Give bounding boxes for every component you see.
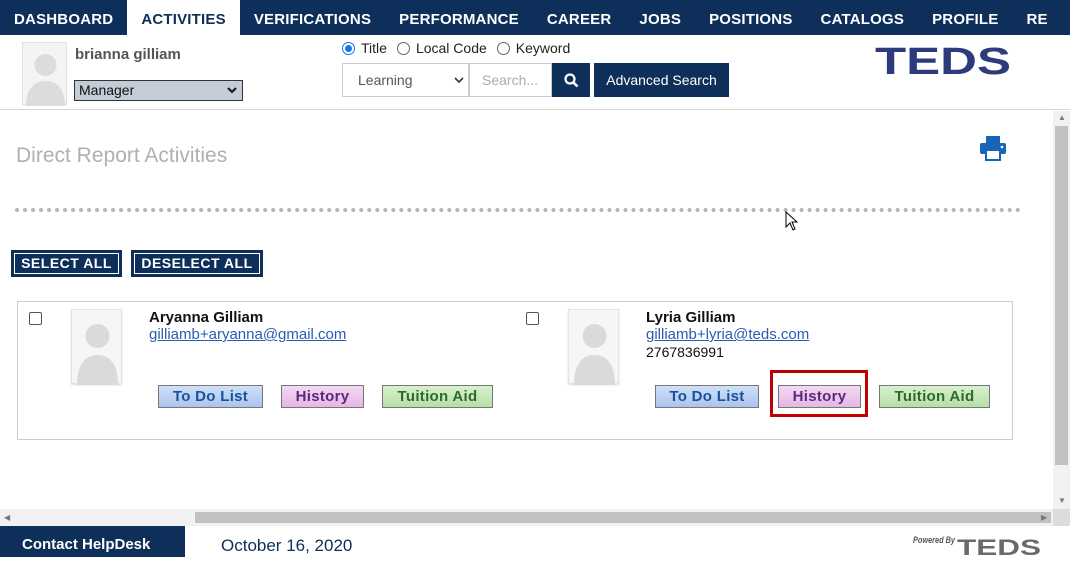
radio-title[interactable]: Title — [342, 40, 387, 56]
radio-dot[interactable] — [496, 41, 510, 55]
radio-dot[interactable] — [396, 41, 410, 55]
chevron-down-icon — [454, 77, 464, 84]
chevron-down-icon — [227, 87, 237, 94]
radio-dot-checked[interactable] — [342, 41, 355, 55]
top-nav: DASHBOARD ACTIVITIES VERIFICATIONS PERFO… — [0, 0, 1070, 35]
scroll-left-arrow-icon[interactable]: ◀ — [4, 514, 10, 522]
radio-label: Keyword — [515, 40, 571, 56]
divider — [15, 208, 1021, 212]
advanced-search-button[interactable]: Advanced Search — [594, 63, 729, 97]
printer-icon[interactable] — [979, 135, 1007, 161]
report-phone: 2767836991 — [646, 344, 724, 360]
deselect-all-button[interactable]: DESELECT ALL — [131, 250, 263, 277]
user-name: brianna gilliam — [75, 46, 181, 63]
nav-jobs[interactable]: JOBS — [625, 0, 695, 35]
report-email-link[interactable]: gilliamb+aryanna@gmail.com — [149, 326, 346, 343]
nav-dashboard[interactable]: DASHBOARD — [0, 0, 127, 35]
powered-logo-text: TEDS — [957, 535, 1041, 557]
nav-activities[interactable]: ACTIVITIES — [127, 0, 240, 35]
radio-keyword[interactable]: Keyword — [496, 40, 571, 56]
powered-by-logo: Powered By TEDS — [913, 535, 1041, 557]
user-silhouette-icon — [77, 324, 118, 385]
nav-verifications[interactable]: VERIFICATIONS — [240, 0, 385, 35]
scrollbar-corner — [1053, 509, 1070, 526]
nav-career[interactable]: CAREER — [533, 0, 626, 35]
scroll-up-arrow-icon[interactable]: ▲ — [1058, 114, 1066, 122]
nav-catalogs[interactable]: CATALOGS — [807, 0, 919, 35]
todo-list-button[interactable]: To Do List — [655, 385, 759, 408]
logo-text: TEDS — [875, 42, 1011, 80]
report-name: Aryanna Gilliam — [149, 309, 264, 326]
nav-profile[interactable]: PROFILE — [918, 0, 1012, 35]
user-silhouette-icon — [26, 54, 65, 106]
report-checkbox[interactable] — [29, 312, 42, 325]
search-type-value: Learning — [358, 72, 413, 88]
page-title: Direct Report Activities — [16, 144, 228, 167]
todo-list-button[interactable]: To Do List — [158, 385, 263, 408]
footer-date: October 16, 2020 — [221, 536, 353, 555]
search-mode-group: Title Local Code Keyword — [342, 40, 580, 56]
role-select[interactable]: Manager — [74, 80, 243, 101]
mouse-cursor-icon — [785, 211, 799, 231]
report-checkbox[interactable] — [526, 312, 539, 325]
footer: Contact HelpDesk October 16, 2020 Powere… — [0, 526, 1070, 557]
nav-more[interactable]: RE — [1013, 0, 1062, 35]
powered-by-text: Powered By — [913, 535, 956, 545]
scroll-down-arrow-icon[interactable]: ▼ — [1058, 497, 1066, 505]
nav-performance[interactable]: PERFORMANCE — [385, 0, 533, 35]
horizontal-scrollbar[interactable]: ◀ ▶ — [0, 509, 1053, 526]
report-name: Lyria Gilliam — [646, 309, 736, 326]
header: brianna gilliam Manager Title Local Code… — [0, 35, 1070, 110]
search-type-select[interactable]: Learning — [342, 63, 469, 97]
user-silhouette-icon — [574, 324, 615, 385]
search-button[interactable] — [552, 63, 590, 97]
highlight-box — [770, 370, 868, 417]
tuition-aid-button[interactable]: Tuition Aid — [879, 385, 990, 408]
radio-label: Title — [361, 40, 387, 56]
teds-logo: TEDS — [875, 42, 1011, 80]
horizontal-scroll-thumb[interactable] — [195, 512, 1051, 523]
vertical-scrollbar[interactable]: ▲ ▼ — [1053, 111, 1070, 509]
history-button[interactable]: History — [281, 385, 364, 408]
report-email-link[interactable]: gilliamb+lyria@teds.com — [646, 326, 809, 343]
role-select-value: Manager — [79, 82, 135, 98]
search-input[interactable]: Search... — [469, 63, 552, 97]
select-all-button[interactable]: SELECT ALL — [11, 250, 122, 277]
radio-local-code[interactable]: Local Code — [396, 40, 487, 56]
tuition-aid-button[interactable]: Tuition Aid — [382, 385, 493, 408]
nav-positions[interactable]: POSITIONS — [695, 0, 806, 35]
avatar — [568, 309, 619, 385]
contact-helpdesk-button[interactable]: Contact HelpDesk — [0, 526, 185, 557]
avatar — [22, 42, 67, 106]
avatar — [71, 309, 122, 385]
search-icon — [563, 72, 578, 87]
radio-label: Local Code — [415, 40, 487, 56]
scroll-right-arrow-icon[interactable]: ▶ — [1041, 514, 1047, 522]
vertical-scroll-thumb[interactable] — [1055, 126, 1068, 465]
